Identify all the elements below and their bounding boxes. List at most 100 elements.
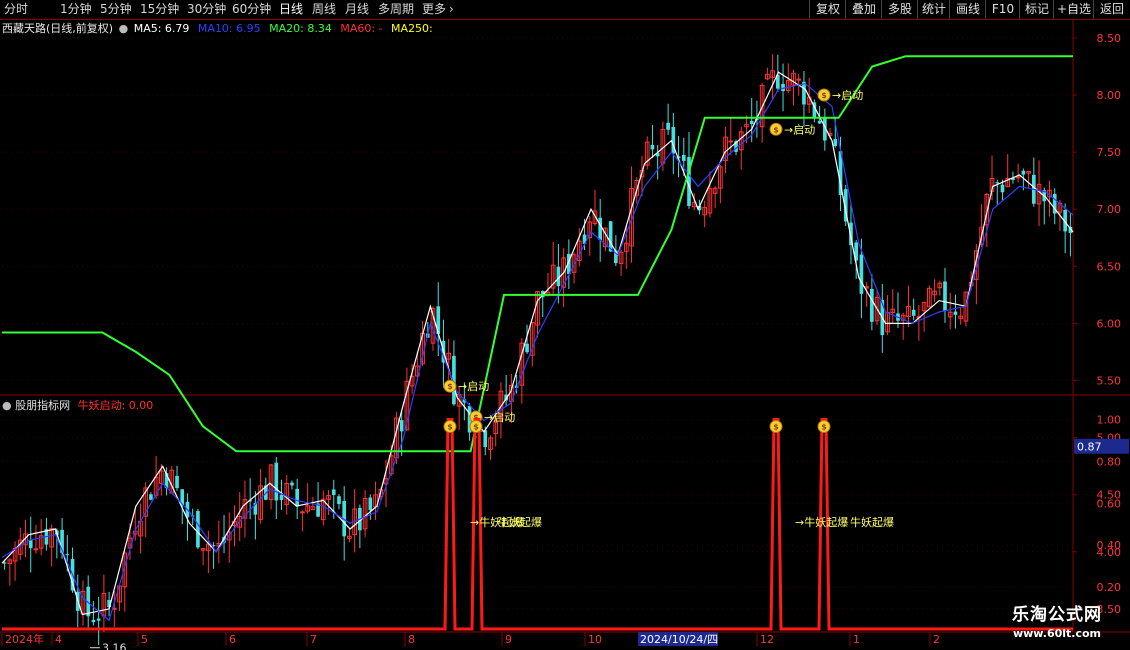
period-tab-more[interactable]: 更多 bbox=[422, 0, 446, 19]
indicator-y-tick-label: 0.80 bbox=[1097, 455, 1122, 468]
toolbar-button-huaxian[interactable]: 画线 bbox=[949, 0, 986, 19]
candle-body-down bbox=[211, 545, 216, 547]
period-tab-daily[interactable]: 日线 bbox=[279, 0, 303, 19]
watermark-url: www.60lt.com bbox=[1012, 627, 1102, 640]
candle-body-down bbox=[264, 485, 268, 500]
candle-body-up bbox=[383, 478, 389, 485]
candle-body-up bbox=[561, 257, 566, 288]
toolbar-button-biaoji[interactable]: 标记 bbox=[1019, 0, 1054, 19]
main-y-tick-label: 5.50 bbox=[1097, 375, 1122, 388]
indicator-y-tick-label: 0.60 bbox=[1097, 497, 1122, 510]
candle-body-down bbox=[802, 81, 806, 105]
signal-label: →启动 bbox=[458, 380, 489, 393]
chevron-right-icon[interactable]: › bbox=[449, 0, 454, 19]
ma10-line bbox=[1, 82, 1074, 622]
candle-body-up bbox=[691, 201, 697, 208]
candle-body-up bbox=[759, 84, 765, 128]
candle-body-up bbox=[378, 489, 384, 497]
candle-body-down bbox=[870, 288, 874, 322]
main-y-tick-label: 6.00 bbox=[1097, 317, 1122, 330]
candle-body-down bbox=[812, 102, 817, 118]
candle-body-down bbox=[734, 141, 738, 152]
candle-body-up bbox=[33, 548, 39, 551]
indicator-collapse-icon[interactable]: ● bbox=[2, 399, 12, 412]
candle-body-up bbox=[989, 178, 995, 192]
settings-icon[interactable]: ● bbox=[119, 22, 129, 35]
period-tab-multi[interactable]: 多周期 bbox=[378, 0, 414, 19]
signal-moneybag-icon bbox=[769, 122, 783, 136]
moneybag-icon-glyph: $ bbox=[447, 382, 453, 391]
period-tab-5min[interactable]: 5分钟 bbox=[100, 0, 132, 19]
candle-body-down bbox=[467, 406, 472, 433]
candle-body-down bbox=[697, 205, 702, 211]
candle-body-up bbox=[127, 537, 133, 549]
candle-body-down bbox=[843, 189, 848, 222]
kline-chart[interactable]: 8.953.16$→启动$→启动$→启动$→启动 $$$$→牛妖起爆牛妖起爆→牛… bbox=[0, 0, 1130, 650]
candle-body-up bbox=[738, 131, 744, 151]
candle-body-down bbox=[655, 152, 660, 157]
period-tab-1min[interactable]: 1分钟 bbox=[60, 0, 92, 19]
candle-body-down bbox=[337, 496, 341, 504]
candle-body-up bbox=[352, 508, 357, 536]
indicator-value-label: 牛妖启动: 0.00 bbox=[77, 399, 154, 412]
main-y-tick-label: 8.00 bbox=[1097, 89, 1122, 102]
period-tab-monthly[interactable]: 月线 bbox=[345, 0, 369, 19]
toolbar-button-duogu[interactable]: 多股 bbox=[881, 0, 918, 19]
period-tab-60min[interactable]: 60分钟 bbox=[232, 0, 271, 19]
candle-body-up bbox=[446, 352, 452, 360]
indicator-y-tick-label: 0.40 bbox=[1097, 539, 1122, 552]
candle-body-up bbox=[571, 254, 577, 273]
main-y-tick-label: 8.50 bbox=[1097, 32, 1122, 45]
candle-body-down bbox=[290, 482, 294, 486]
candle-body-down bbox=[91, 619, 96, 623]
toolbar-button-fanhui[interactable]: 返回 bbox=[1093, 0, 1130, 19]
candle-body-up bbox=[242, 499, 248, 519]
candle-body-down bbox=[1000, 184, 1005, 193]
candle-body-down bbox=[436, 306, 441, 335]
candle-body-down bbox=[681, 154, 686, 161]
candle-body-down bbox=[911, 309, 916, 316]
candle-body-down bbox=[514, 385, 519, 388]
candle-body-down bbox=[358, 507, 362, 531]
candle-body-down bbox=[687, 156, 691, 206]
candle-body-down bbox=[75, 591, 80, 611]
candle-body-up bbox=[111, 607, 117, 610]
candle-body-up bbox=[937, 282, 943, 289]
period-tab-15min[interactable]: 15分钟 bbox=[140, 0, 179, 19]
candle-body-up bbox=[984, 193, 990, 226]
candle-body-up bbox=[38, 535, 44, 549]
period-tab-fenshi[interactable]: 分时 bbox=[4, 0, 28, 19]
toolbar-button-fuquan[interactable]: 复权 bbox=[809, 0, 846, 19]
candle-body-down bbox=[368, 497, 373, 511]
candle-body-down bbox=[65, 554, 70, 556]
candle-body-down bbox=[399, 420, 404, 432]
candle-body-down bbox=[556, 266, 561, 287]
candle-body-down bbox=[1052, 193, 1057, 214]
period-tab-weekly[interactable]: 周线 bbox=[312, 0, 336, 19]
watermark-logo: 乐淘公式网 www.60lt.com bbox=[988, 604, 1126, 648]
candle-body-up bbox=[17, 539, 23, 555]
moneybag-icon-glyph: $ bbox=[773, 125, 779, 134]
candle-body-up bbox=[906, 305, 911, 318]
toolbar-button-diejia[interactable]: 叠加 bbox=[845, 0, 882, 19]
candle-body-down bbox=[833, 139, 838, 146]
moneybag-icon-glyph: $ bbox=[773, 423, 779, 432]
candle-body-up bbox=[968, 281, 974, 287]
toolbar-button-tongji[interactable]: 统计 bbox=[917, 0, 950, 19]
signal-moneybag-icon bbox=[817, 88, 831, 102]
candle-body-down bbox=[452, 355, 456, 405]
candle-body-down bbox=[28, 540, 33, 549]
candle-body-up bbox=[200, 548, 206, 551]
candle-body-down bbox=[253, 502, 258, 515]
toolbar-button-f10[interactable]: F10 bbox=[985, 0, 1020, 19]
low-price-label: 3.16 bbox=[102, 642, 127, 650]
candle-body-up bbox=[979, 226, 984, 245]
candle-body-down bbox=[880, 300, 885, 336]
candle-body-up bbox=[874, 296, 880, 322]
candle-body-up bbox=[7, 559, 13, 565]
candle-body-down bbox=[70, 558, 75, 591]
candle-body-up bbox=[765, 73, 770, 80]
candle-body-up bbox=[237, 516, 243, 528]
period-tab-30min[interactable]: 30分钟 bbox=[187, 0, 226, 19]
toolbar-button-zixuan[interactable]: +自选 bbox=[1053, 0, 1094, 19]
